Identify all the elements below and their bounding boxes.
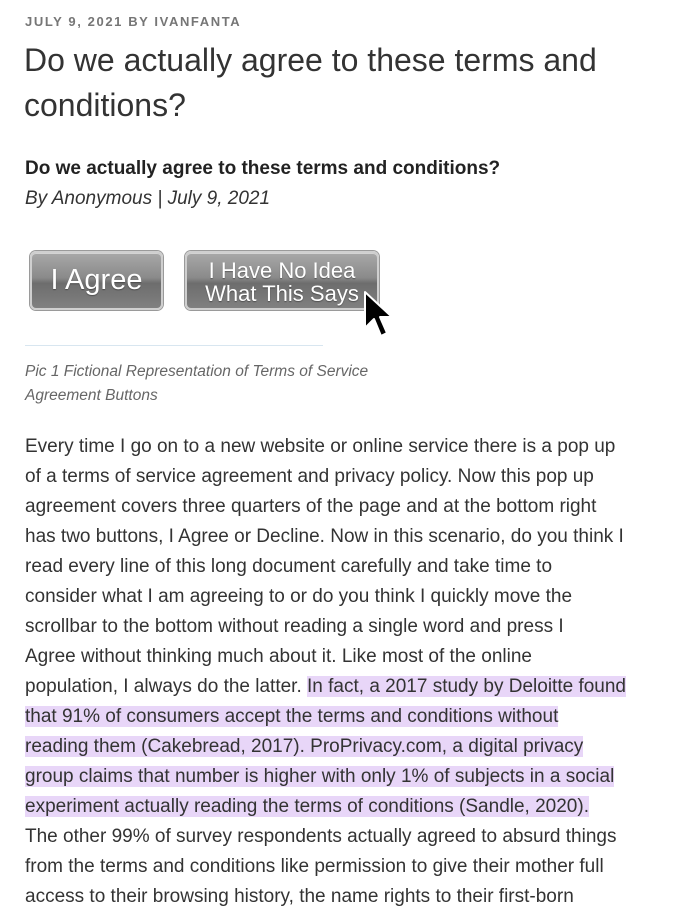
page-title: Do we actually agree to these terms and …: [24, 42, 597, 123]
no-idea-button-image: I Have No Idea What This Says: [185, 251, 379, 310]
highlighted-text: In fact, a 2017 study by Deloitte found: [307, 676, 626, 697]
body-line: scrollbar to the bottom without reading …: [25, 616, 564, 637]
highlighted-text: reading them (Cakebread, 2017). ProPriva…: [25, 736, 584, 757]
post-meta: JULY 9, 2021 BY IVANFANTA: [25, 14, 242, 29]
arrow-cursor-icon: [364, 291, 393, 337]
body-line: access to their browsing history, the na…: [25, 886, 574, 907]
highlighted-text: group claims that number is higher with …: [25, 766, 615, 787]
terms-buttons-figure: I Agree I Have No Idea What This Says: [25, 244, 405, 348]
figure-divider: [25, 345, 323, 346]
body-line: of a terms of service agreement and priv…: [25, 466, 594, 487]
body-line: from the terms and conditions like permi…: [25, 856, 604, 877]
article-byline: By Anonymous | July 9, 2021: [25, 188, 271, 209]
body-line: has two buttons, I Agree or Decline. Now…: [25, 526, 624, 547]
body-line: population, I always do the latter.: [25, 676, 308, 697]
body-line: The other 99% of survey respondents actu…: [25, 826, 617, 847]
body-line: consider what I am agreeing to or do you…: [25, 586, 573, 607]
article-body: Every time I go on to a new website or o…: [25, 432, 685, 912]
highlighted-text: that 91% of consumers accept the terms a…: [25, 706, 559, 727]
blog-post: JULY 9, 2021 BY IVANFANTA Do we actually…: [0, 0, 688, 908]
i-agree-button-image: I Agree: [30, 251, 163, 310]
figure-caption: Pic 1 Fictional Representation of Terms …: [25, 363, 369, 404]
body-line: Agree without thinking much about it. Li…: [25, 646, 532, 667]
body-line: agreement covers three quarters of the p…: [25, 496, 597, 517]
article-subheading: Do we actually agree to these terms and …: [25, 158, 501, 179]
body-line: read every line of this long document ca…: [25, 556, 553, 577]
body-line: Every time I go on to a new website or o…: [25, 436, 616, 457]
highlighted-text: experiment actually reading the terms of…: [25, 796, 589, 817]
